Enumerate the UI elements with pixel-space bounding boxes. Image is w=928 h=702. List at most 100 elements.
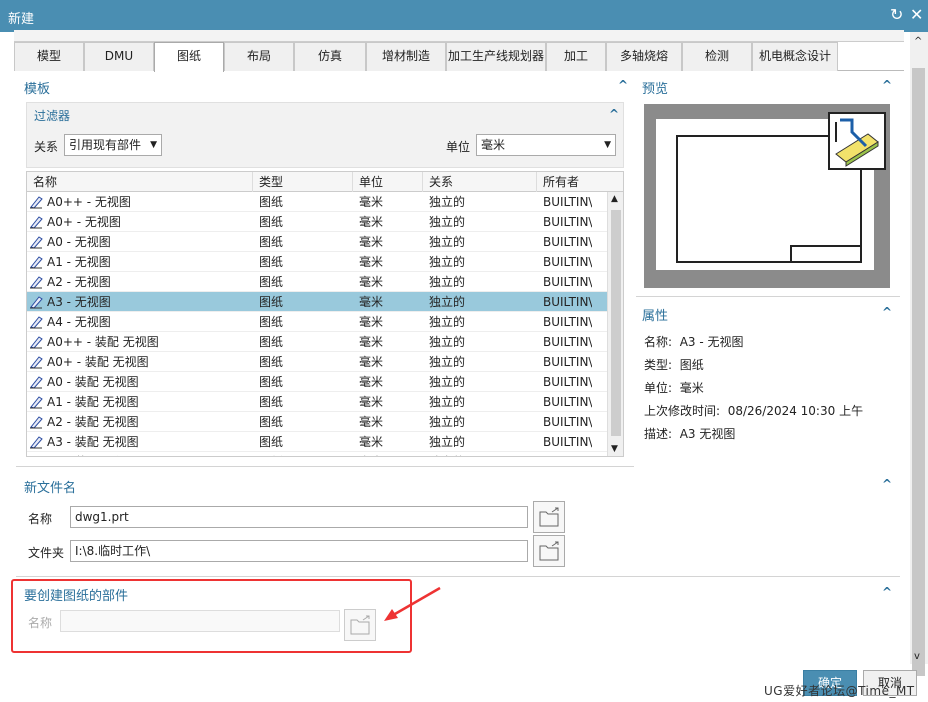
newfile-section-title: 新文件名 bbox=[24, 481, 77, 496]
prop-unit: 单位: 毫米 bbox=[644, 379, 704, 396]
dialog-scroll-thumb[interactable] bbox=[912, 68, 925, 676]
tab-9[interactable]: 检测 bbox=[682, 42, 752, 71]
table-row[interactable]: A3 - 无视图 图纸 毫米 独立的 BUILTIN\ bbox=[27, 292, 607, 312]
table-cell: A3 - 装配 无视图 bbox=[47, 435, 139, 449]
table-row[interactable]: A4 - 无视图 图纸 毫米 独立的 BUILTIN\ bbox=[27, 312, 607, 332]
table-cell: 图纸 bbox=[259, 235, 284, 249]
table-cell: BUILTIN\ bbox=[543, 375, 593, 389]
col-owner[interactable]: 所有者 bbox=[537, 172, 623, 192]
tab-6[interactable]: 加工生产线规划器 bbox=[446, 42, 546, 71]
table-row[interactable]: A0 - 装配 无视图 图纸 毫米 独立的 BUILTIN\ bbox=[27, 372, 607, 392]
browse-folder-button[interactable] bbox=[533, 535, 565, 567]
table-cell: 独立的 bbox=[429, 415, 466, 429]
col-unit[interactable]: 单位 bbox=[353, 172, 423, 192]
table-cell: BUILTIN\ bbox=[543, 452, 592, 456]
table-row[interactable]: A0++ - 无视图 图纸 毫米 独立的 BUILTIN\ bbox=[27, 192, 607, 212]
drawing-template-icon bbox=[30, 316, 43, 329]
table-row[interactable]: A1 - 装配 无视图 图纸 毫米 独立的 BUILTIN\ bbox=[27, 392, 607, 412]
table-scroll-thumb[interactable] bbox=[611, 210, 621, 436]
part-collapse-icon[interactable]: ^ bbox=[882, 585, 892, 599]
table-cell: A3 - 无视图 bbox=[47, 295, 111, 309]
drawing-icon bbox=[828, 112, 886, 170]
template-section-title: 模板 bbox=[24, 82, 51, 97]
table-row[interactable]: A1 - 无视图 图纸 毫米 独立的 BUILTIN\ bbox=[27, 252, 607, 272]
watermark: UG爱好者论坛@Time_MT bbox=[764, 684, 915, 698]
unit-select[interactable]: 毫米 ▼ bbox=[476, 134, 616, 156]
table-scrollbar[interactable]: ▲ ▼ bbox=[607, 192, 623, 456]
scroll-down-icon[interactable]: v bbox=[914, 651, 920, 662]
tab-10[interactable]: 机电概念设计 bbox=[752, 42, 838, 71]
relation-select[interactable]: 引用现有部件 ▼ bbox=[64, 134, 162, 156]
newfile-name-label: 名称 bbox=[28, 512, 53, 526]
col-relation[interactable]: 关系 bbox=[423, 172, 537, 192]
table-row[interactable]: A4 - 装配 无视图 图纸 毫米 独立的 BUILTIN\ bbox=[27, 452, 607, 456]
table-cell: A0+ - 装配 无视图 bbox=[47, 355, 149, 369]
newfile-folder-label: 文件夹 bbox=[28, 546, 65, 560]
divider bbox=[16, 466, 634, 467]
unit-label: 单位 bbox=[446, 140, 471, 154]
prop-modified-label: 上次修改时间: bbox=[644, 404, 721, 418]
filter-title: 过滤器 bbox=[34, 109, 71, 123]
preview-section-title: 预览 bbox=[642, 82, 669, 97]
table-row[interactable]: A3 - 装配 无视图 图纸 毫米 独立的 BUILTIN\ bbox=[27, 432, 607, 452]
table-cell: A4 - 无视图 bbox=[47, 315, 111, 329]
prop-desc: 描述: A3 无视图 bbox=[644, 425, 735, 442]
tab-bar: 模型 DMU 图纸 布局 仿真 增材制造 加工生产线规划器 加工 多轴烧熔 检测 机电概念设计 bbox=[14, 30, 904, 72]
tab-4[interactable]: 仿真 bbox=[294, 42, 366, 71]
reset-icon[interactable]: ↻ bbox=[890, 5, 903, 25]
tab-2[interactable]: 图纸 bbox=[154, 42, 224, 72]
newfile-collapse-icon[interactable]: ^ bbox=[882, 477, 892, 491]
table-cell: BUILTIN\ bbox=[543, 275, 593, 289]
tab-0[interactable]: 模型 bbox=[14, 42, 84, 71]
table-cell: 图纸 bbox=[259, 195, 284, 209]
table-cell: BUILTIN\ bbox=[543, 415, 593, 429]
col-name[interactable]: 名称 bbox=[27, 172, 253, 192]
prop-type: 类型: 图纸 bbox=[644, 356, 704, 373]
table-cell: 毫米 bbox=[359, 255, 384, 269]
table-row[interactable]: A2 - 装配 无视图 图纸 毫米 独立的 BUILTIN\ bbox=[27, 412, 607, 432]
table-cell: 图纸 bbox=[259, 295, 284, 309]
table-cell: A4 - 装配 无视图 bbox=[47, 452, 139, 456]
tab-7[interactable]: 加工 bbox=[546, 42, 606, 71]
table-cell: BUILTIN\ bbox=[543, 315, 593, 329]
template-collapse-icon[interactable]: ^ bbox=[618, 78, 628, 92]
table-header: 名称 类型 单位 关系 所有者 bbox=[27, 172, 623, 192]
col-type[interactable]: 类型 bbox=[253, 172, 353, 192]
scroll-down-icon[interactable]: ▼ bbox=[611, 444, 618, 454]
prop-type-value: 图纸 bbox=[679, 358, 704, 372]
table-cell: A1 - 装配 无视图 bbox=[47, 395, 139, 409]
table-cell: 毫米 bbox=[359, 275, 384, 289]
table-cell: 独立的 bbox=[429, 395, 466, 409]
table-row[interactable]: A0++ - 装配 无视图 图纸 毫米 独立的 BUILTIN\ bbox=[27, 332, 607, 352]
table-row[interactable]: A0+ - 无视图 图纸 毫米 独立的 BUILTIN\ bbox=[27, 212, 607, 232]
properties-collapse-icon[interactable]: ^ bbox=[882, 305, 892, 319]
prop-unit-label: 单位: bbox=[644, 381, 673, 395]
newfile-folder-input[interactable]: I:\8.临时工作\ bbox=[70, 540, 528, 562]
close-icon[interactable]: ✕ bbox=[910, 5, 923, 25]
newfile-name-input[interactable]: dwg1.prt bbox=[70, 506, 528, 528]
divider bbox=[636, 296, 900, 297]
table-cell: 独立的 bbox=[429, 335, 466, 349]
table-cell: 独立的 bbox=[429, 235, 466, 249]
tab-3[interactable]: 布局 bbox=[224, 42, 294, 71]
table-row[interactable]: A2 - 无视图 图纸 毫米 独立的 BUILTIN\ bbox=[27, 272, 607, 292]
table-cell: 毫米 bbox=[359, 355, 384, 369]
table-cell: A0 - 无视图 bbox=[47, 235, 111, 249]
browse-name-button[interactable] bbox=[533, 501, 565, 533]
tab-5[interactable]: 增材制造 bbox=[366, 42, 446, 71]
table-cell: A1 - 无视图 bbox=[47, 255, 111, 269]
preview-title-block bbox=[790, 245, 860, 261]
dialog-scrollbar[interactable]: ^ v bbox=[910, 32, 928, 676]
scroll-up-icon[interactable]: ▲ bbox=[611, 194, 618, 204]
table-cell: A0++ - 无视图 bbox=[47, 195, 131, 209]
table-cell: 毫米 bbox=[359, 295, 384, 309]
preview-collapse-icon[interactable]: ^ bbox=[882, 78, 892, 92]
table-cell: 毫米 bbox=[359, 235, 384, 249]
table-row[interactable]: A0+ - 装配 无视图 图纸 毫米 独立的 BUILTIN\ bbox=[27, 352, 607, 372]
tab-1[interactable]: DMU bbox=[84, 42, 154, 71]
scroll-up-icon[interactable]: ^ bbox=[914, 36, 922, 47]
table-row[interactable]: A0 - 无视图 图纸 毫米 独立的 BUILTIN\ bbox=[27, 232, 607, 252]
tab-8[interactable]: 多轴烧熔 bbox=[606, 42, 682, 71]
filter-collapse-icon[interactable]: ^ bbox=[609, 107, 619, 121]
highlight-box bbox=[11, 579, 412, 653]
